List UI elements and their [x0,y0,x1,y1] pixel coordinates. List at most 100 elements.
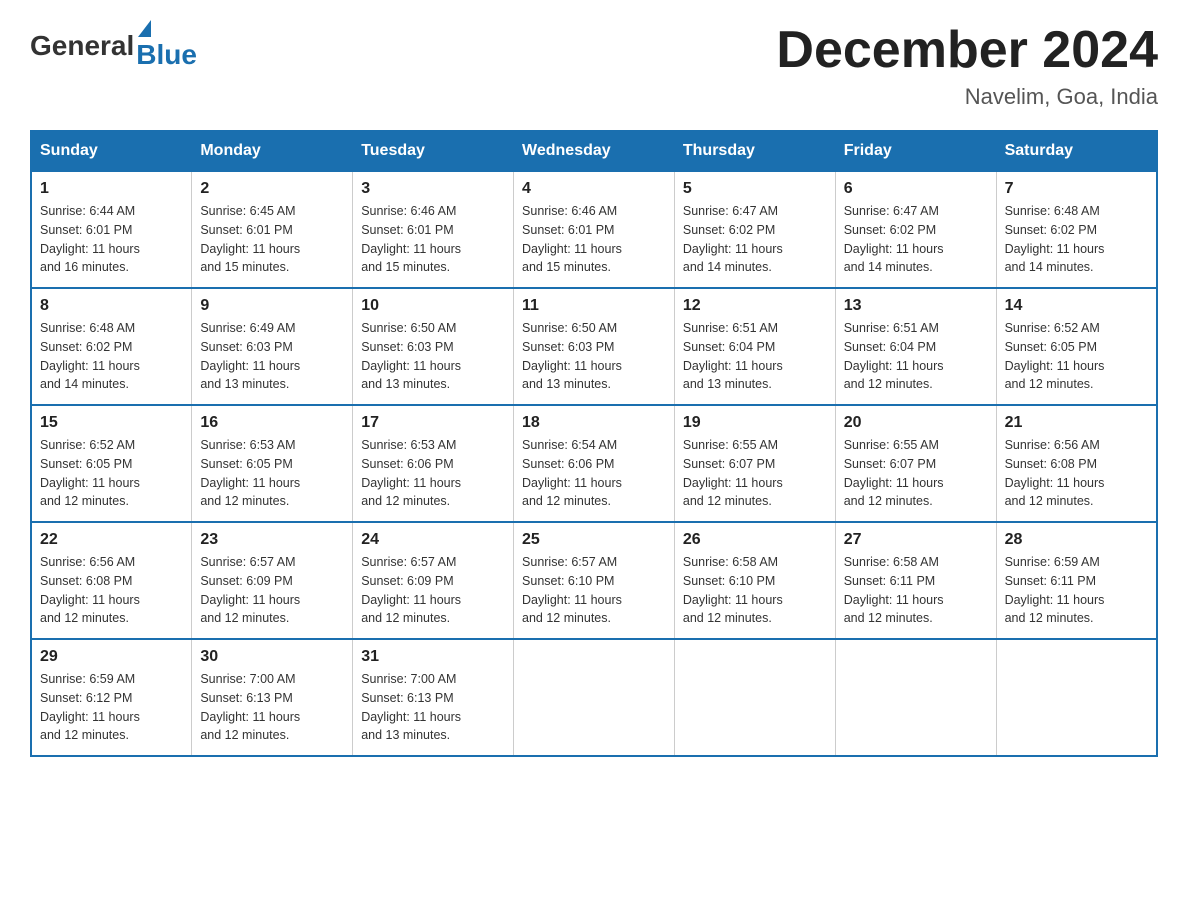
day-info: Sunrise: 6:50 AMSunset: 6:03 PMDaylight:… [361,319,505,394]
calendar-cell: 27 Sunrise: 6:58 AMSunset: 6:11 PMDaylig… [835,522,996,639]
day-number: 19 [683,414,827,432]
day-number: 21 [1005,414,1148,432]
calendar-cell: 1 Sunrise: 6:44 AMSunset: 6:01 PMDayligh… [31,171,192,288]
calendar-cell: 19 Sunrise: 6:55 AMSunset: 6:07 PMDaylig… [674,405,835,522]
calendar-cell: 31 Sunrise: 7:00 AMSunset: 6:13 PMDaylig… [353,639,514,756]
calendar-week-row: 22 Sunrise: 6:56 AMSunset: 6:08 PMDaylig… [31,522,1157,639]
day-number: 10 [361,297,505,315]
day-number: 23 [200,531,344,549]
logo-blue-text: Blue [136,39,197,71]
calendar-cell: 3 Sunrise: 6:46 AMSunset: 6:01 PMDayligh… [353,171,514,288]
calendar-cell: 25 Sunrise: 6:57 AMSunset: 6:10 PMDaylig… [514,522,675,639]
column-header-sunday: Sunday [31,131,192,171]
day-info: Sunrise: 6:46 AMSunset: 6:01 PMDaylight:… [522,202,666,277]
calendar-cell: 20 Sunrise: 6:55 AMSunset: 6:07 PMDaylig… [835,405,996,522]
day-info: Sunrise: 6:55 AMSunset: 6:07 PMDaylight:… [683,436,827,511]
day-number: 15 [40,414,183,432]
calendar-cell: 5 Sunrise: 6:47 AMSunset: 6:02 PMDayligh… [674,171,835,288]
column-header-friday: Friday [835,131,996,171]
calendar-cell: 29 Sunrise: 6:59 AMSunset: 6:12 PMDaylig… [31,639,192,756]
day-number: 30 [200,648,344,666]
day-info: Sunrise: 6:47 AMSunset: 6:02 PMDaylight:… [844,202,988,277]
calendar-cell: 8 Sunrise: 6:48 AMSunset: 6:02 PMDayligh… [31,288,192,405]
day-number: 17 [361,414,505,432]
calendar-cell: 26 Sunrise: 6:58 AMSunset: 6:10 PMDaylig… [674,522,835,639]
calendar-week-row: 1 Sunrise: 6:44 AMSunset: 6:01 PMDayligh… [31,171,1157,288]
day-number: 1 [40,180,183,198]
day-info: Sunrise: 7:00 AMSunset: 6:13 PMDaylight:… [361,670,505,745]
day-number: 8 [40,297,183,315]
calendar-cell: 6 Sunrise: 6:47 AMSunset: 6:02 PMDayligh… [835,171,996,288]
column-header-thursday: Thursday [674,131,835,171]
calendar-cell: 17 Sunrise: 6:53 AMSunset: 6:06 PMDaylig… [353,405,514,522]
calendar-cell: 23 Sunrise: 6:57 AMSunset: 6:09 PMDaylig… [192,522,353,639]
day-info: Sunrise: 7:00 AMSunset: 6:13 PMDaylight:… [200,670,344,745]
column-header-monday: Monday [192,131,353,171]
day-number: 20 [844,414,988,432]
calendar-cell: 11 Sunrise: 6:50 AMSunset: 6:03 PMDaylig… [514,288,675,405]
day-info: Sunrise: 6:54 AMSunset: 6:06 PMDaylight:… [522,436,666,511]
calendar-cell [674,639,835,756]
day-info: Sunrise: 6:51 AMSunset: 6:04 PMDaylight:… [844,319,988,394]
day-number: 16 [200,414,344,432]
page-header: General Blue December 2024 Navelim, Goa,… [30,20,1158,110]
day-number: 11 [522,297,666,315]
day-info: Sunrise: 6:52 AMSunset: 6:05 PMDaylight:… [1005,319,1148,394]
calendar-cell [514,639,675,756]
day-number: 5 [683,180,827,198]
title-area: December 2024 Navelim, Goa, India [776,20,1158,110]
day-number: 7 [1005,180,1148,198]
day-info: Sunrise: 6:55 AMSunset: 6:07 PMDaylight:… [844,436,988,511]
calendar-cell: 22 Sunrise: 6:56 AMSunset: 6:08 PMDaylig… [31,522,192,639]
day-info: Sunrise: 6:57 AMSunset: 6:10 PMDaylight:… [522,553,666,628]
day-info: Sunrise: 6:56 AMSunset: 6:08 PMDaylight:… [40,553,183,628]
day-number: 3 [361,180,505,198]
day-info: Sunrise: 6:46 AMSunset: 6:01 PMDaylight:… [361,202,505,277]
calendar-cell: 4 Sunrise: 6:46 AMSunset: 6:01 PMDayligh… [514,171,675,288]
column-header-wednesday: Wednesday [514,131,675,171]
calendar-cell: 2 Sunrise: 6:45 AMSunset: 6:01 PMDayligh… [192,171,353,288]
day-number: 14 [1005,297,1148,315]
day-info: Sunrise: 6:53 AMSunset: 6:05 PMDaylight:… [200,436,344,511]
day-number: 6 [844,180,988,198]
day-info: Sunrise: 6:52 AMSunset: 6:05 PMDaylight:… [40,436,183,511]
calendar-cell: 12 Sunrise: 6:51 AMSunset: 6:04 PMDaylig… [674,288,835,405]
day-info: Sunrise: 6:56 AMSunset: 6:08 PMDaylight:… [1005,436,1148,511]
day-info: Sunrise: 6:48 AMSunset: 6:02 PMDaylight:… [1005,202,1148,277]
month-title: December 2024 [776,20,1158,80]
location-text: Navelim, Goa, India [776,84,1158,110]
day-number: 2 [200,180,344,198]
day-number: 26 [683,531,827,549]
calendar-week-row: 8 Sunrise: 6:48 AMSunset: 6:02 PMDayligh… [31,288,1157,405]
day-number: 31 [361,648,505,666]
day-info: Sunrise: 6:49 AMSunset: 6:03 PMDaylight:… [200,319,344,394]
day-info: Sunrise: 6:58 AMSunset: 6:11 PMDaylight:… [844,553,988,628]
column-header-tuesday: Tuesday [353,131,514,171]
day-number: 24 [361,531,505,549]
calendar-cell: 28 Sunrise: 6:59 AMSunset: 6:11 PMDaylig… [996,522,1157,639]
calendar-cell: 14 Sunrise: 6:52 AMSunset: 6:05 PMDaylig… [996,288,1157,405]
day-number: 9 [200,297,344,315]
calendar-cell: 10 Sunrise: 6:50 AMSunset: 6:03 PMDaylig… [353,288,514,405]
calendar-cell: 13 Sunrise: 6:51 AMSunset: 6:04 PMDaylig… [835,288,996,405]
day-info: Sunrise: 6:53 AMSunset: 6:06 PMDaylight:… [361,436,505,511]
day-info: Sunrise: 6:58 AMSunset: 6:10 PMDaylight:… [683,553,827,628]
calendar-cell [996,639,1157,756]
calendar-cell: 30 Sunrise: 7:00 AMSunset: 6:13 PMDaylig… [192,639,353,756]
day-info: Sunrise: 6:48 AMSunset: 6:02 PMDaylight:… [40,319,183,394]
calendar-cell: 15 Sunrise: 6:52 AMSunset: 6:05 PMDaylig… [31,405,192,522]
day-info: Sunrise: 6:57 AMSunset: 6:09 PMDaylight:… [361,553,505,628]
calendar-week-row: 29 Sunrise: 6:59 AMSunset: 6:12 PMDaylig… [31,639,1157,756]
logo-general-text: General [30,30,134,62]
column-header-saturday: Saturday [996,131,1157,171]
day-number: 29 [40,648,183,666]
day-number: 25 [522,531,666,549]
calendar-cell [835,639,996,756]
calendar-week-row: 15 Sunrise: 6:52 AMSunset: 6:05 PMDaylig… [31,405,1157,522]
day-number: 13 [844,297,988,315]
day-number: 12 [683,297,827,315]
calendar-cell: 18 Sunrise: 6:54 AMSunset: 6:06 PMDaylig… [514,405,675,522]
calendar-cell: 21 Sunrise: 6:56 AMSunset: 6:08 PMDaylig… [996,405,1157,522]
day-number: 22 [40,531,183,549]
logo: General Blue [30,20,197,71]
